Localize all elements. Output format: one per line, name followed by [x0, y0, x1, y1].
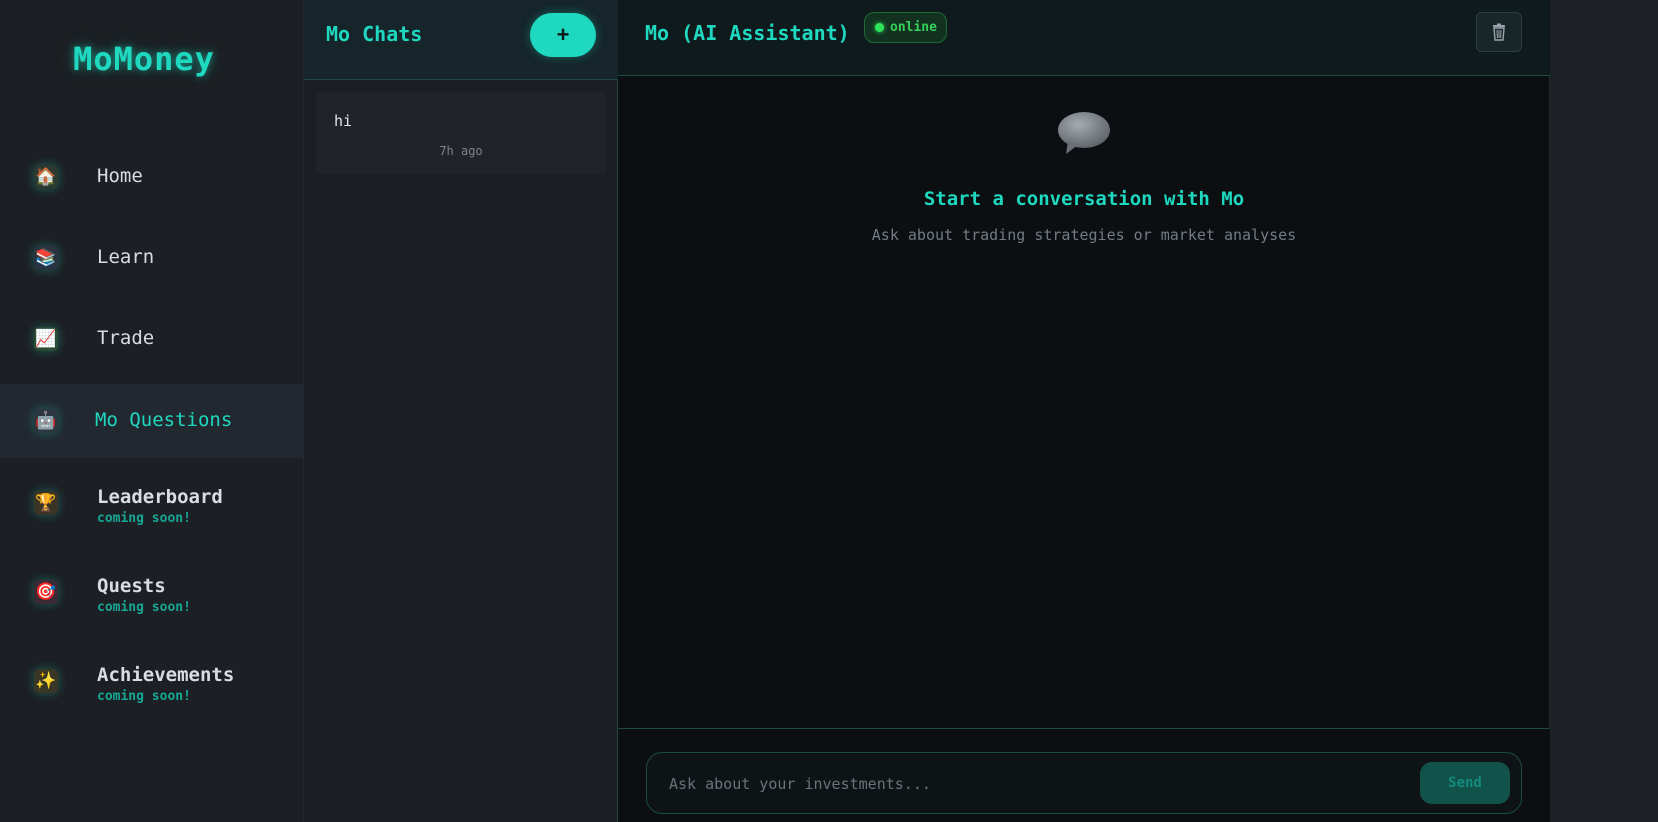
target-icon: 🎯 — [34, 580, 58, 604]
chat-list-title: Mo Chats — [326, 22, 423, 46]
message-composer: Send — [646, 752, 1522, 814]
sidebar-item-achievements[interactable]: ✨ Achievements coming soon! — [0, 644, 304, 718]
trophy-icon: 🏆 — [34, 491, 58, 515]
coming-soon-label: coming soon! — [97, 689, 191, 704]
status-badge: online — [864, 12, 947, 43]
sidebar-item-label: Leaderboard — [97, 486, 223, 508]
sidebar-item-label: Trade — [97, 327, 155, 349]
coming-soon-label: coming soon! — [97, 511, 191, 526]
sidebar-nav: MoMoney 🏠 Home 📚 Learn 📈 Trade 🤖 Mo Ques… — [0, 0, 304, 822]
delete-chat-button[interactable] — [1476, 12, 1522, 52]
send-button[interactable]: Send — [1420, 762, 1510, 804]
sparkles-icon: ✨ — [34, 669, 58, 693]
new-chat-button[interactable]: + — [530, 13, 596, 57]
sidebar-item-label: Home — [97, 165, 143, 187]
empty-state-title: Start a conversation with Mo — [923, 188, 1245, 210]
sidebar-item-quests[interactable]: 🎯 Quests coming soon! — [0, 555, 304, 629]
speech-bubble-icon — [1058, 112, 1110, 154]
right-gutter — [1550, 0, 1658, 822]
composer-bar: Send — [618, 728, 1550, 822]
sidebar-item-leaderboard[interactable]: 🏆 Leaderboard coming soon! — [0, 466, 304, 540]
brand-logo[interactable]: MoMoney — [0, 40, 288, 78]
chat-header: Mo (AI Assistant) online — [618, 0, 1550, 76]
empty-state-subtitle: Ask about trading strategies or market a… — [871, 226, 1297, 244]
status-dot-icon — [875, 23, 884, 32]
message-input[interactable] — [669, 769, 1389, 799]
sidebar-item-learn[interactable]: 📚 Learn — [0, 221, 304, 295]
robot-icon: 🤖 — [34, 409, 58, 433]
house-icon: 🏠 — [34, 165, 58, 189]
sidebar-item-label: Learn — [97, 246, 155, 268]
sidebar-item-label: Achievements — [97, 664, 235, 686]
sidebar-item-label: Mo Questions — [95, 409, 233, 431]
chart-increasing-icon: 📈 — [34, 327, 58, 351]
chat-list-item[interactable]: hi 7h ago — [316, 92, 606, 174]
status-text: online — [890, 20, 937, 35]
chat-list-panel: Mo Chats + hi 7h ago — [304, 0, 618, 822]
empty-state: Start a conversation with Mo Ask about t… — [618, 110, 1550, 244]
sidebar-item-trade[interactable]: 📈 Trade — [0, 302, 304, 376]
chat-list-header: Mo Chats + — [304, 0, 618, 80]
sidebar-item-home[interactable]: 🏠 Home — [0, 140, 304, 214]
trash-icon — [1493, 23, 1505, 41]
chat-title: hi — [334, 112, 353, 130]
sidebar-item-label: Quests — [97, 575, 166, 597]
chat-main-panel: Mo (AI Assistant) online Start a convers… — [618, 0, 1550, 822]
books-icon: 📚 — [34, 246, 58, 270]
coming-soon-label: coming soon! — [97, 600, 191, 615]
sidebar-item-mo-questions[interactable]: 🤖 Mo Questions — [0, 384, 304, 458]
chat-timestamp: 7h ago — [439, 144, 483, 158]
assistant-title: Mo (AI Assistant) — [645, 21, 850, 45]
